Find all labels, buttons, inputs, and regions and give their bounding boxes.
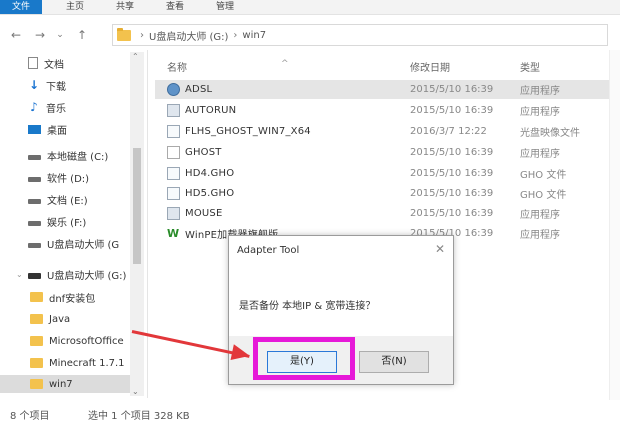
tab-home[interactable]: 主页 — [54, 0, 96, 14]
usb-drive-icon — [28, 243, 41, 248]
drive-icon — [28, 199, 41, 204]
tab-file[interactable]: 文件 — [0, 0, 42, 14]
nav-item-usb-root[interactable]: ⌄ U盘启动大师 (G:) — [16, 265, 126, 283]
tab-manage[interactable]: 管理 — [204, 0, 246, 14]
breadcrumb-drive[interactable]: U盘启动大师 (G:) — [149, 28, 228, 43]
nav-item-drive-e[interactable]: 文档 (E:) — [28, 190, 88, 208]
no-button[interactable]: 否(N) — [359, 351, 429, 373]
chevron-down-icon[interactable]: ⌄ — [16, 270, 26, 279]
breadcrumb-folder[interactable]: win7 — [242, 30, 266, 41]
navigation-pane: 文档 ↓ 下载 ♪ 音乐 桌面 本地磁盘 (C:) 软件 (D:) 文档 (E:… — [0, 50, 148, 398]
nav-item-folder[interactable]: Java — [30, 310, 70, 328]
file-row[interactable]: FLHS_GHOST_WIN7_X64 2016/3/7 12:22 光盘映像文… — [155, 122, 610, 141]
file-row[interactable]: HD4.GHO 2015/5/10 16:39 GHO 文件 — [155, 164, 610, 183]
nav-item-folder[interactable]: dnf安装包 — [30, 288, 95, 306]
nav-item-music[interactable]: ♪ 音乐 — [28, 98, 66, 116]
nav-item-folder[interactable]: Minecraft 1.7.1 — [30, 354, 125, 372]
folder-icon — [30, 336, 43, 346]
chevron-right-icon[interactable]: › — [140, 30, 144, 41]
up-arrow-icon[interactable]: ↑ — [74, 28, 90, 42]
file-row[interactable]: MOUSE 2015/5/10 16:39 应用程序 — [155, 204, 610, 223]
nav-item-drive-f[interactable]: 娱乐 (F:) — [28, 212, 86, 230]
scroll-up-icon[interactable]: ⌃ — [132, 52, 139, 61]
adsl-app-icon — [167, 83, 180, 96]
nav-item-drive-c[interactable]: 本地磁盘 (C:) — [28, 146, 108, 164]
column-name[interactable]: 名称 — [167, 59, 187, 74]
column-type[interactable]: 类型 — [520, 59, 540, 74]
usb-drive-icon — [28, 273, 41, 279]
close-icon[interactable]: ✕ — [435, 242, 445, 256]
file-list-scrollbar[interactable] — [609, 50, 620, 400]
column-date[interactable]: 修改日期 — [410, 59, 450, 74]
winpe-app-icon: W — [167, 227, 180, 240]
nav-item-downloads[interactable]: ↓ 下载 — [28, 76, 66, 94]
tab-share[interactable]: 共享 — [104, 0, 146, 14]
document-icon — [28, 57, 38, 69]
desktop-icon — [28, 124, 41, 134]
app-icon — [167, 104, 180, 117]
file-row[interactable]: AUTORUN 2015/5/10 16:39 应用程序 — [155, 101, 610, 120]
dialog-message: 是否备份 本地IP & 宽带连接？ — [239, 301, 376, 312]
status-selection: 选中 1 个项目 328 KB — [88, 411, 190, 422]
annotation-arrow-head — [230, 344, 252, 364]
column-headers: ^ 名称 修改日期 类型 — [155, 56, 610, 74]
nav-item-drive-d[interactable]: 软件 (D:) — [28, 168, 89, 186]
forward-arrow-icon[interactable]: → — [32, 28, 48, 42]
ribbon-tabs: 文件 主页 共享 查看 管理 — [0, 0, 620, 15]
folder-icon — [117, 27, 131, 41]
nav-item-documents[interactable]: 文档 — [28, 54, 64, 72]
folder-icon — [30, 358, 43, 368]
drive-icon — [28, 221, 41, 226]
drive-icon — [28, 177, 41, 182]
scrollbar-thumb[interactable] — [133, 148, 141, 264]
scroll-down-icon[interactable]: ⌄ — [132, 387, 139, 396]
chevron-right-icon[interactable]: › — [233, 30, 237, 41]
folder-icon — [30, 379, 43, 389]
folder-icon — [30, 292, 43, 302]
file-row[interactable]: ADSL 2015/5/10 16:39 应用程序 — [155, 80, 610, 99]
nav-item-drive-g[interactable]: U盘启动大师 (G — [28, 234, 119, 252]
dialog-title: Adapter Tool — [237, 245, 300, 256]
sort-arrow-icon: ^ — [281, 59, 289, 69]
nav-item-folder[interactable]: MicrosoftOffice — [30, 332, 124, 350]
back-arrow-icon[interactable]: ← — [8, 28, 24, 42]
breadcrumb[interactable]: › U盘启动大师 (G:) › win7 — [112, 24, 608, 46]
recent-locations-icon[interactable]: ⌄ — [52, 30, 68, 40]
status-bar: 8 个项目 选中 1 个项目 328 KB — [0, 403, 620, 423]
annotation-highlight-box — [253, 337, 355, 380]
nav-scrollbar[interactable]: ⌃ ⌄ — [130, 52, 144, 396]
address-bar: ← → ⌄ ↑ › U盘启动大师 (G:) › win7 — [0, 22, 620, 48]
tab-view[interactable]: 查看 — [154, 0, 196, 14]
nav-item-desktop[interactable]: 桌面 — [28, 120, 67, 138]
file-icon — [167, 187, 180, 200]
folder-icon — [30, 314, 43, 324]
nav-item-win7[interactable]: win7 — [0, 375, 130, 393]
app-icon — [167, 207, 180, 220]
status-item-count: 8 个项目 — [10, 411, 50, 422]
file-row[interactable]: HD5.GHO 2015/5/10 16:39 GHO 文件 — [155, 184, 610, 203]
file-row[interactable]: GHOST 2015/5/10 16:39 应用程序 — [155, 143, 610, 162]
download-icon: ↓ — [28, 78, 40, 92]
ghost-app-icon — [167, 146, 180, 159]
music-icon: ♪ — [30, 100, 38, 114]
disc-image-icon — [167, 125, 180, 138]
file-icon — [167, 167, 180, 180]
drive-icon — [28, 155, 41, 160]
